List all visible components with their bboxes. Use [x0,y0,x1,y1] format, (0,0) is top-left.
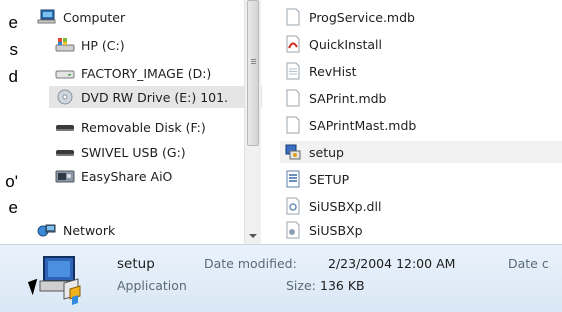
navigation-pane: Computer HP (C:) FACTORY_IMAGE (D:) DVD … [22,0,262,244]
date-modified-label: Date modified: [204,256,297,271]
document-icon [284,89,302,107]
dll-file-icon [284,197,302,215]
date-modified-value[interactable]: 2/23/2004 12:00 AM [328,256,455,271]
date-created-label: Date c [508,256,549,271]
nav-item-network[interactable]: Network [37,219,115,241]
hard-drive-windows-icon [55,37,75,53]
nav-item-label: FACTORY_IMAGE (D:) [81,65,212,81]
size-value: 136 KB [320,278,365,293]
document-icon [284,8,302,26]
hard-drive-icon [55,65,75,81]
doc-line: s [9,40,19,59]
nav-item-label: DVD RW Drive (E:) 101. [81,89,229,105]
nav-item-label: EasyShare AiO [81,168,173,184]
doc-line: e [8,13,18,32]
network-icon [37,222,57,238]
doc-line: e [8,198,18,217]
file-name: setup [309,144,344,160]
file-name: QuickInstall [309,36,382,52]
pdf-icon [284,35,302,53]
file-item[interactable]: SiUSBXp [284,219,562,241]
document-text-fragment: e s d o' e [0,0,22,240]
setup-application-icon [34,253,94,309]
setup-installer-icon [284,143,302,161]
nav-item-label: Network [63,222,116,238]
nav-item-dvd-rw-drive-e[interactable]: DVD RW Drive (E:) 101. [49,86,262,108]
file-name: RevHist [309,63,357,79]
file-name: SiUSBXp.dll [309,198,382,214]
file-item[interactable]: SAPrint.mdb [284,87,562,109]
usb-drive-icon [55,144,75,160]
file-name: ProgService.mdb [309,9,415,25]
scrollbar-thumb[interactable] [247,0,259,146]
doc-line: o' [5,172,18,191]
nav-item-removable-disk-f[interactable]: Removable Disk (F:) [55,116,206,138]
file-item[interactable]: SETUP [284,168,562,190]
nav-item-easyshare-aio[interactable]: EasyShare AiO [55,165,172,187]
camera-device-icon [55,168,75,184]
file-name: SAPrint.mdb [309,90,387,106]
size-label: Size: [286,278,316,293]
text-file-icon [284,62,302,80]
nav-item-factory-image-d[interactable]: FACTORY_IMAGE (D:) [55,62,211,84]
file-item[interactable]: SiUSBXp.dll [284,195,562,217]
doc-line: d [8,67,18,86]
nav-item-swivel-usb-g[interactable]: SWIVEL USB (G:) [55,141,186,163]
nav-item-label: Removable Disk (F:) [81,119,206,135]
file-name: SETUP [309,171,350,187]
file-item[interactable]: RevHist [284,60,562,82]
nav-item-label: SWIVEL USB (G:) [81,144,186,160]
nav-item-label: Computer [63,9,126,25]
scroll-down-arrow-icon[interactable] [249,234,257,238]
document-icon [284,116,302,134]
details-file-name: setup [117,256,155,272]
file-list-pane: ProgService.mdb QuickInstall RevHist SAP… [262,0,562,244]
details-file-type: Application [117,278,187,293]
removable-disk-icon [55,119,75,135]
file-item[interactable]: ProgService.mdb [284,6,562,28]
nav-item-hp-c[interactable]: HP (C:) [55,34,125,56]
file-item[interactable]: QuickInstall [284,33,562,55]
file-item-selected[interactable]: setup [280,141,562,163]
file-name: SAPrintMast.mdb [309,117,417,133]
file-name: SiUSBXp [309,222,363,238]
file-item[interactable]: SAPrintMast.mdb [284,114,562,136]
navigation-scrollbar[interactable] [244,0,261,244]
dvd-drive-icon [55,89,75,105]
settings-file-icon [284,170,302,188]
setup-info-icon [284,221,302,239]
nav-item-label: HP (C:) [81,37,125,53]
grip-icon [251,59,256,60]
details-pane: setup Application Date modified: 2/23/20… [0,244,562,312]
nav-item-computer[interactable]: Computer [37,6,125,28]
computer-icon [37,9,57,25]
